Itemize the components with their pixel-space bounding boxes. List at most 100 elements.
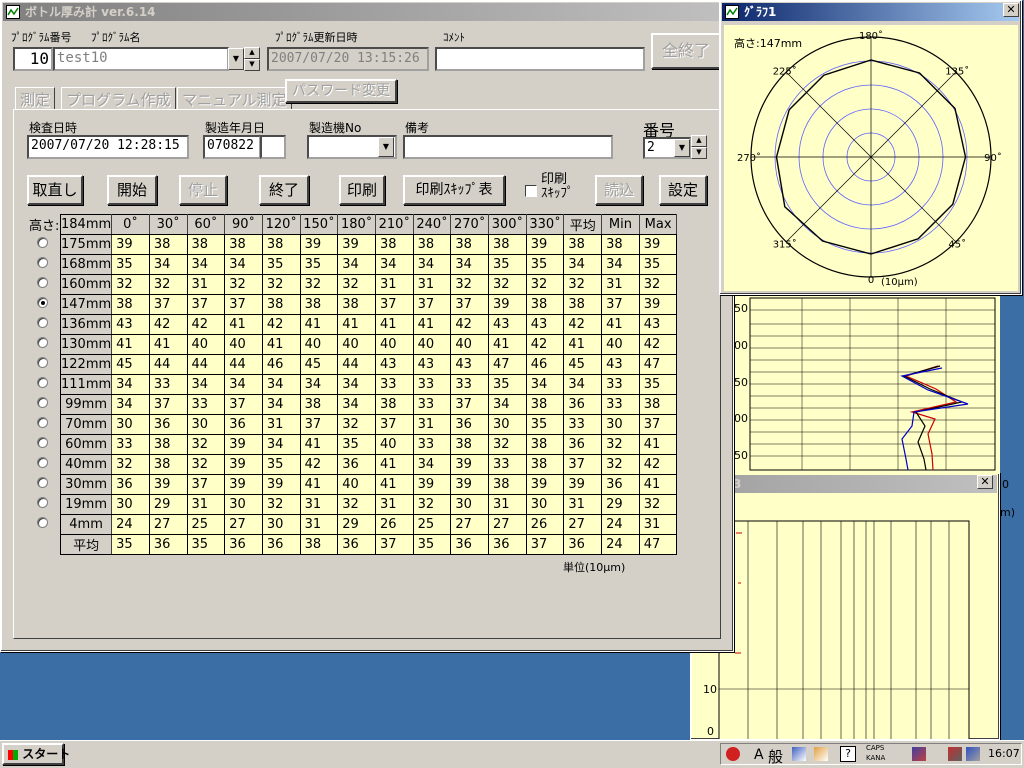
table-row[interactable]: 30mm 36 39 37 39 39 41 40 41 39 39 38 39 39 36 41	[59, 474, 678, 495]
table-row[interactable]: 160mm 32 32 31 32 32 32 32 31 31 32 32 32 32 31 32	[59, 274, 678, 295]
table-row[interactable]: 122mm 45 44 44 44 46 45 44 43 43 43 47 46 45 43 47	[59, 354, 678, 375]
graph3-window[interactable]: 3 ✕ 10 0	[690, 472, 1000, 740]
tab-program-create[interactable]: プログラム作成	[61, 87, 176, 109]
print-skip-checkbox[interactable]	[525, 185, 537, 197]
graph3-close-button[interactable]: ✕	[977, 475, 993, 489]
program-number-field[interactable]: 10	[13, 47, 53, 71]
table-cell: 34	[224, 374, 263, 395]
table-row[interactable]: 4mm 24 27 25 27 30 31 29 26 25 27 27 26 27 24 31	[59, 514, 678, 535]
clock[interactable]: 16:07	[988, 747, 1020, 760]
row-select-radio[interactable]	[37, 417, 48, 428]
tab-manual-measure[interactable]: マニュアル測定	[177, 87, 292, 109]
graph1-close-button[interactable]: ✕	[1003, 3, 1019, 17]
graph2-window[interactable]: 50 00 50 00 50	[730, 294, 1000, 474]
table-row[interactable]: 130mm 41 41 40 40 41 40 40 40 40 40 41 42 41 40 42	[59, 334, 678, 355]
row-select-radio[interactable]	[37, 437, 48, 448]
table-row[interactable]: 99mm 34 37 33 37 34 38 34 38 33 37 34 38 36 33 38	[59, 394, 678, 415]
table-row[interactable]: 136mm 43 42 42 41 42 41 41 41 41 42 43 43 42 41 43	[59, 314, 678, 335]
print-skip-checkbox-label[interactable]: 印刷 ｽｷｯﾌﾟ	[541, 173, 574, 201]
print-skip-table-button[interactable]: 印刷ｽｷｯﾌﾟ表	[403, 175, 505, 205]
display-icon[interactable]	[966, 747, 980, 761]
row-height-label[interactable]: 40mm	[59, 454, 113, 475]
row-height-label[interactable]: 175mm	[59, 234, 113, 255]
settings-button[interactable]: 設定	[659, 175, 707, 205]
ime-tool-icon[interactable]	[814, 747, 828, 761]
row-height-label[interactable]: 30mm	[59, 474, 113, 495]
help-icon[interactable]: ?	[840, 746, 856, 762]
row-select-radio[interactable]	[37, 237, 48, 248]
table-row[interactable]: 60mm 33 38 32 39 34 41 35 40 33 38 32 38 36 32 41	[59, 434, 678, 455]
row-height-label[interactable]: 147mm	[59, 294, 113, 315]
row-height-label[interactable]: 160mm	[59, 274, 113, 295]
exit-all-button[interactable]: 全終了	[651, 33, 721, 69]
row-height-label[interactable]: 99mm	[59, 394, 113, 415]
program-spinner[interactable]: ▲ ▼	[244, 47, 260, 71]
serial-up-icon[interactable]: ▲	[691, 135, 707, 147]
row-height-label[interactable]: 60mm	[59, 434, 113, 455]
password-change-button[interactable]: パスワード変更	[285, 79, 397, 103]
row-select-radio[interactable]	[37, 477, 48, 488]
row-height-label[interactable]: 19mm	[59, 494, 113, 515]
row-height-label[interactable]: 122mm	[59, 354, 113, 375]
stop-button[interactable]: 停止	[179, 175, 227, 205]
print-button[interactable]: 印刷	[339, 175, 385, 205]
remarks-field[interactable]	[403, 135, 613, 159]
inspect-date-field[interactable]: 2007/07/20 12:28:15	[27, 135, 189, 159]
column-header: 300˚	[488, 214, 527, 235]
table-row[interactable]: 175mm 39 38 38 38 38 39 39 38 38 38 38 39 38 38 39	[59, 234, 678, 255]
row-height-label[interactable]: 4mm	[59, 514, 113, 535]
row-height-label[interactable]: 168mm	[59, 254, 113, 275]
row-select-radio[interactable]	[37, 377, 48, 388]
start-menu-button[interactable]: スタート	[2, 743, 70, 765]
row-height-label[interactable]: 70mm	[59, 414, 113, 435]
tray-ime-icon[interactable]	[726, 747, 740, 761]
row-select-radio[interactable]	[37, 277, 48, 288]
table-row[interactable]: 19mm 30 29 31 30 32 31 32 31 32 30 31 30 31 29 32	[59, 494, 678, 515]
table-cell: 41	[224, 314, 263, 335]
comment-field[interactable]	[435, 47, 645, 71]
program-name-dropdown-icon[interactable]: ▼	[228, 48, 244, 70]
finish-button[interactable]: 終了	[259, 175, 309, 205]
mfg-date-extra-field[interactable]	[260, 135, 286, 159]
row-select-radio[interactable]	[37, 357, 48, 368]
table-row[interactable]: 147mm 38 37 37 37 38 38 38 37 37 37 39 38 38 37 39	[59, 294, 678, 315]
mfg-date-field[interactable]: 070822	[203, 135, 261, 159]
start-button[interactable]: 開始	[107, 175, 157, 205]
row-select-radio[interactable]	[37, 457, 48, 468]
table-row[interactable]: 111mm 34 33 34 34 34 34 34 33 33 33 35 34 34 33 35	[59, 374, 678, 395]
ime-mode-indicator[interactable]: 般	[768, 746, 783, 767]
row-height-label[interactable]: 136mm	[59, 314, 113, 335]
row-height-label[interactable]: 111mm	[59, 374, 113, 395]
row-select-radio[interactable]	[37, 257, 48, 268]
program-name-field[interactable]: test10	[53, 47, 229, 71]
retake-button[interactable]: 取直し	[27, 175, 83, 205]
row-select-radio[interactable]	[37, 497, 48, 508]
row-select-radio[interactable]	[37, 337, 48, 348]
table-row[interactable]: 168mm 35 34 34 34 35 35 34 34 34 34 35 35 34 34 35	[59, 254, 678, 275]
row-select-radio[interactable]	[37, 517, 48, 528]
ime-a-indicator[interactable]: A	[754, 747, 764, 763]
serial-spinner[interactable]: ▲ ▼	[691, 135, 707, 159]
main-window[interactable]: ボトル厚み計 ver.6.14 ﾌﾟﾛｸﾞﾗﾑ番号 ﾌﾟﾛｸﾞﾗﾑ名 10 te…	[0, 0, 734, 652]
graph3-titlebar[interactable]: 3	[693, 475, 997, 493]
ime-dictionary-icon[interactable]	[792, 747, 806, 761]
table-cell: 32	[412, 494, 452, 515]
serial-down-icon[interactable]: ▼	[691, 147, 707, 159]
row-select-radio[interactable]	[37, 297, 48, 308]
audio-icon[interactable]	[948, 747, 962, 761]
spin-down-icon[interactable]: ▼	[244, 59, 260, 71]
graph1-window[interactable]: ｸﾞﾗﾌ1 ✕ 180˚ 135˚ 90˚ 45˚ 0 315˚ 270˚ 225˚ (10μm…	[719, 0, 1022, 295]
row-select-radio[interactable]	[37, 397, 48, 408]
machine-no-dropdown-icon[interactable]: ▼	[378, 137, 394, 157]
row-select-radio[interactable]	[37, 317, 48, 328]
table-row[interactable]: 40mm 32 38 32 39 35 42 36 41 34 39 33 38 37 32 42	[59, 454, 678, 475]
table-row[interactable]: 70mm 30 36 30 36 31 37 32 37 31 36 30 35 33 30 37	[59, 414, 678, 435]
row-height-label[interactable]: 130mm	[59, 334, 113, 355]
network-icon[interactable]	[912, 747, 926, 761]
main-titlebar[interactable]: ボトル厚み計 ver.6.14	[3, 3, 731, 21]
tab-measure[interactable]: 測定	[15, 87, 56, 109]
spin-up-icon[interactable]: ▲	[244, 47, 260, 59]
serial-dropdown-icon[interactable]: ▼	[674, 139, 690, 157]
graph1-titlebar[interactable]: ｸﾞﾗﾌ1	[722, 3, 1019, 21]
read-button[interactable]: 読込	[595, 175, 643, 205]
